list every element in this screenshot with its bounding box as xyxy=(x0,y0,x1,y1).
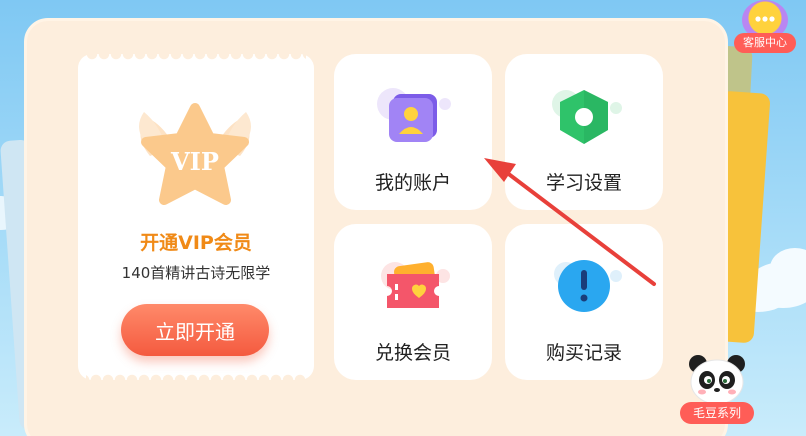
ticket-heart-icon xyxy=(381,262,450,308)
panda-icon xyxy=(689,355,745,405)
vip-badge-text: VIP xyxy=(170,147,219,176)
settings-hex-icon xyxy=(552,90,622,144)
vip-subtitle: 140首精讲古诗无限学 xyxy=(121,264,271,282)
ticket-edge xyxy=(86,54,306,62)
customer-service-button[interactable]: 客服中心 xyxy=(734,0,798,54)
tile-label: 兑换会员 xyxy=(374,342,451,364)
tile-redeem-membership[interactable]: 兑换会员 xyxy=(334,224,492,380)
tile-label: 购买记录 xyxy=(545,342,622,364)
vip-card: VIP 开通VIP会员 140首精讲古诗无限学 立即开通 xyxy=(78,54,314,380)
vip-badge-icon: VIP xyxy=(139,103,251,205)
tile-label: 学习设置 xyxy=(545,172,622,194)
account-icon xyxy=(377,88,451,142)
tile-my-account[interactable]: 我的账户 xyxy=(334,54,492,210)
open-vip-button[interactable]: 立即开通 xyxy=(121,304,269,356)
exclamation-icon xyxy=(554,260,622,312)
ticket-edge xyxy=(86,372,306,380)
tile-purchase-records[interactable]: 购买记录 xyxy=(505,224,663,380)
vip-title: 开通VIP会员 xyxy=(140,232,252,254)
customer-service-label: 客服中心 xyxy=(734,33,796,53)
maodou-series-button[interactable]: 毛豆系列 xyxy=(676,350,758,428)
maodou-series-label: 毛豆系列 xyxy=(680,402,754,424)
tile-label: 我的账户 xyxy=(374,172,451,194)
tile-study-settings[interactable]: 学习设置 xyxy=(505,54,663,210)
